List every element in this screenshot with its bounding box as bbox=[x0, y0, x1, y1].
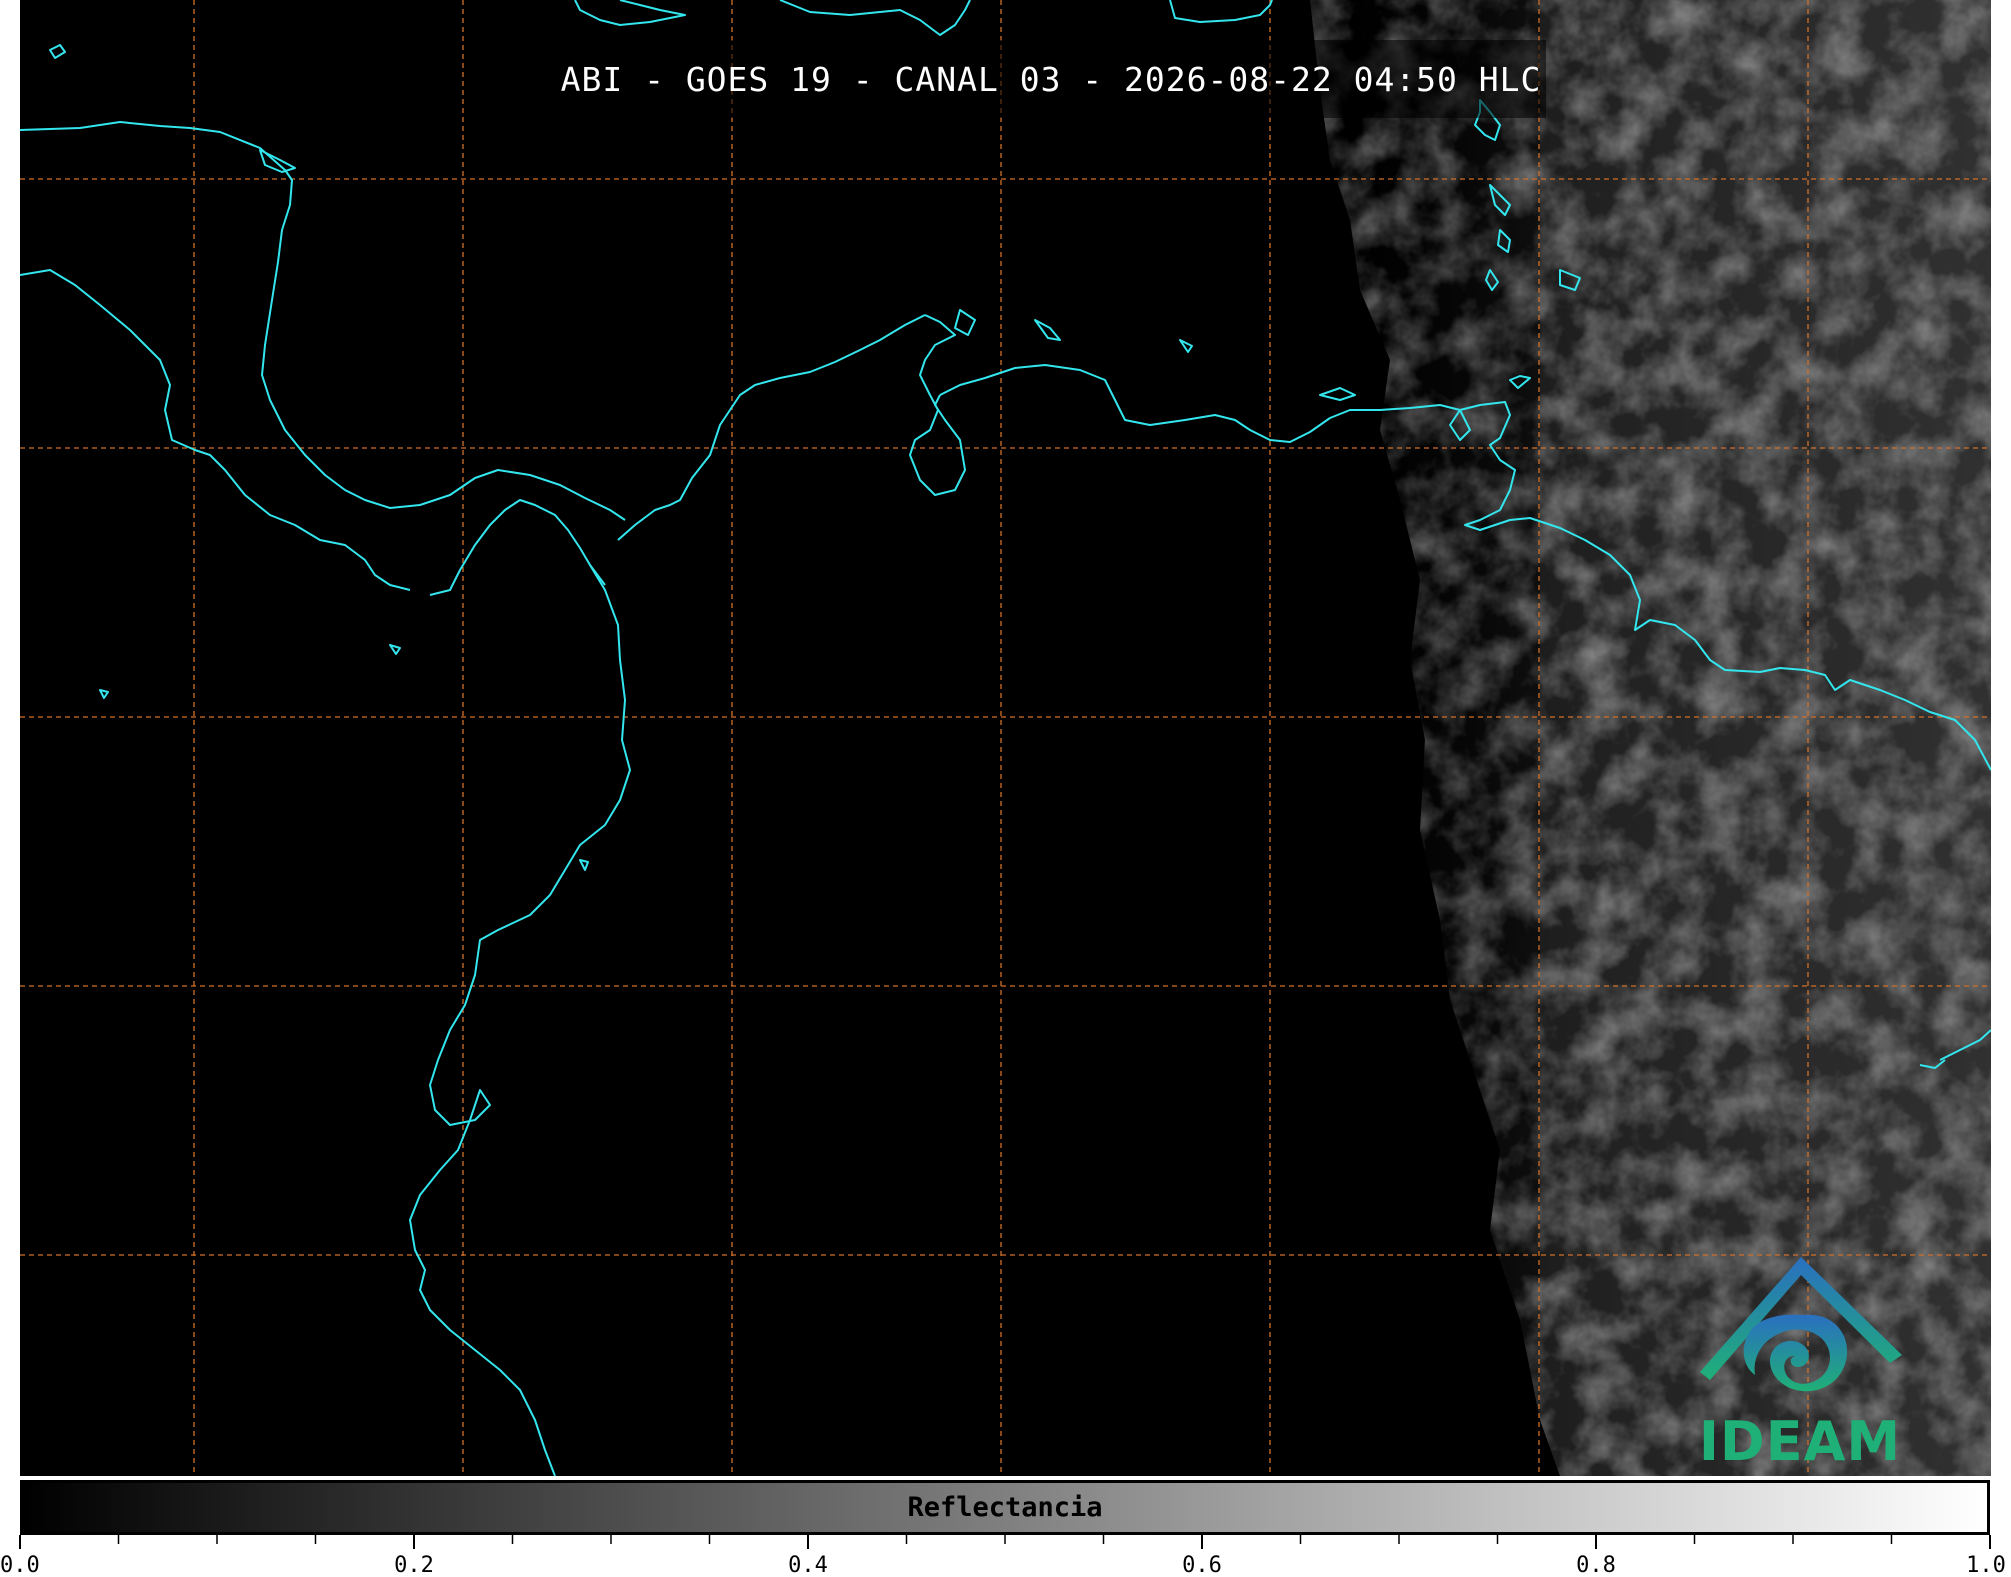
ideam-logo-text: IDEAM bbox=[1698, 1410, 1902, 1473]
map-title: ABI - GOES 19 - CANAL 03 - 2026-08-22 04… bbox=[560, 59, 1542, 99]
colorbar-ticks bbox=[19, 1535, 1991, 1549]
colorbar-tick-label: 0.0 bbox=[0, 1553, 40, 1577]
satellite-figure: ABI - GOES 19 - CANAL 03 - 2026-08-22 04… bbox=[0, 0, 2011, 1577]
title-box: ABI - GOES 19 - CANAL 03 - 2026-08-22 04… bbox=[556, 40, 1546, 118]
ideam-logo: IDEAM bbox=[1680, 1255, 1920, 1475]
colorbar-tick-label: 0.4 bbox=[788, 1553, 828, 1577]
colorbar-tick-label: 1.0 bbox=[1966, 1553, 2006, 1577]
colorbar-tick-label: 0.8 bbox=[1576, 1553, 1616, 1577]
colorbar: Reflectancia bbox=[20, 1480, 1990, 1535]
colorbar-tick-label: 0.2 bbox=[394, 1553, 434, 1577]
ideam-logo-emblem bbox=[1700, 1257, 1902, 1392]
map-panel[interactable]: ABI - GOES 19 - CANAL 03 - 2026-08-22 04… bbox=[20, 0, 1991, 1476]
colorbar-tick-label: 0.6 bbox=[1182, 1553, 1222, 1577]
colorbar-label: Reflectancia bbox=[907, 1492, 1103, 1523]
